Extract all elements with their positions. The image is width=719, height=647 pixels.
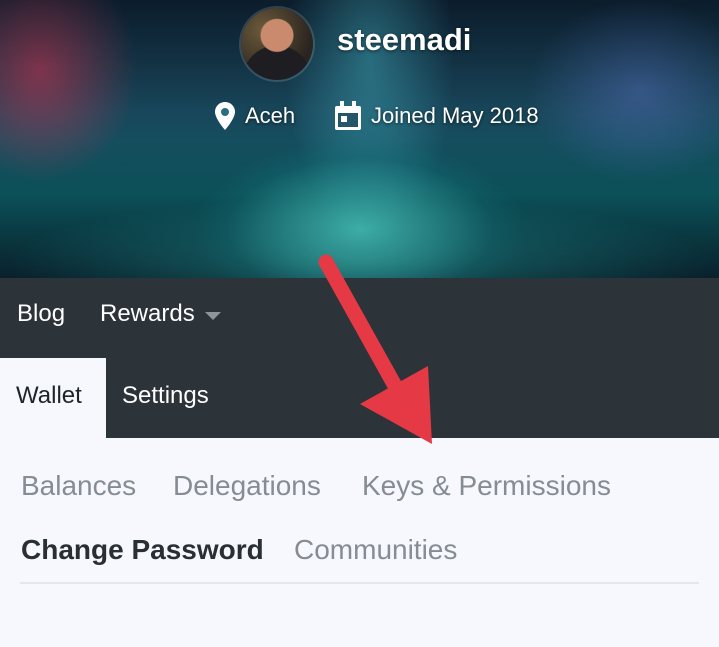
tab-settings[interactable]: Settings bbox=[122, 382, 209, 410]
subtab-communities[interactable]: Communities bbox=[294, 534, 457, 566]
nav-blog[interactable]: Blog bbox=[17, 300, 65, 328]
avatar[interactable] bbox=[241, 8, 313, 80]
profile-joined: Joined May 2018 bbox=[334, 100, 539, 132]
joined-text: Joined May 2018 bbox=[371, 103, 539, 128]
subtab-balances[interactable]: Balances bbox=[21, 470, 136, 502]
profile-location: Aceh bbox=[214, 100, 295, 132]
tab-wallet-label: Wallet bbox=[16, 382, 82, 409]
subtab-divider bbox=[20, 582, 699, 584]
location-text: Aceh bbox=[245, 103, 296, 128]
subtab-change-password[interactable]: Change Password bbox=[21, 534, 264, 566]
caret-down-icon bbox=[204, 312, 221, 320]
subtab-delegations[interactable]: Delegations bbox=[173, 470, 321, 502]
nav-rewards[interactable]: Rewards bbox=[100, 300, 221, 328]
nav-rewards-label: Rewards bbox=[100, 300, 195, 327]
profile-username: steemadi bbox=[337, 22, 472, 57]
calendar-icon bbox=[335, 101, 361, 130]
tab-wallet[interactable]: Wallet bbox=[0, 358, 106, 438]
map-pin-icon bbox=[215, 102, 235, 130]
subtab-keys-permissions[interactable]: Keys & Permissions bbox=[362, 470, 611, 502]
